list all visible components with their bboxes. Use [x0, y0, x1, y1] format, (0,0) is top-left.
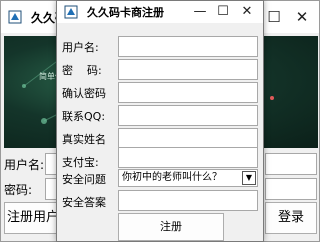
register-user-button[interactable]: 注册用户 [4, 202, 62, 234]
confirm-password-input[interactable] [118, 82, 258, 103]
register-button[interactable]: 注册 [118, 213, 224, 241]
close-icon[interactable]: ✕ [237, 1, 257, 23]
login-username-input-right[interactable] [265, 153, 317, 175]
close-icon[interactable]: ✕ [291, 6, 313, 28]
password-label: 密 码: [62, 64, 102, 77]
minimize-icon[interactable]: — [190, 1, 210, 23]
security-answer-input[interactable] [118, 190, 258, 211]
login-username-label: 用户名: [4, 158, 45, 172]
chevron-down-icon[interactable]: ▼ [242, 171, 256, 185]
security-question-value: 你初中的老师叫什么？ [122, 172, 222, 183]
alipay-label: 支付宝: [62, 156, 99, 169]
security-question-label: 安全问题 [62, 173, 106, 186]
username-label: 用户名: [62, 41, 99, 54]
contact-qq-label: 联系QQ: [62, 110, 106, 123]
password-input[interactable] [118, 59, 258, 80]
real-name-label: 真实姓名 [62, 133, 106, 146]
login-password-input-right[interactable] [265, 178, 317, 200]
maximize-icon[interactable]: ☐ [213, 1, 233, 23]
security-question-select[interactable]: 你初中的老师叫什么？ ▼ [118, 169, 258, 187]
login-password-label: 密码: [4, 183, 33, 197]
security-answer-label: 安全答案 [62, 196, 106, 209]
register-title: 久久码卡商注册 [87, 6, 164, 19]
contact-qq-input[interactable] [118, 105, 258, 126]
app-icon [64, 5, 78, 19]
alipay-input[interactable] [118, 147, 258, 168]
app-icon [8, 10, 22, 24]
confirm-password-label: 确认密码 [62, 87, 106, 100]
register-titlebar: 久久码卡商注册 — ☐ ✕ [57, 1, 263, 23]
username-input[interactable] [118, 36, 258, 57]
register-window: 久久码卡商注册 — ☐ ✕ 用户名: 密 码: 确认密码 联系QQ: 真实姓名 … [56, 0, 264, 242]
real-name-input[interactable] [118, 128, 258, 149]
login-button[interactable]: 登录 [265, 202, 317, 234]
maximize-icon[interactable]: ☐ [263, 6, 285, 28]
